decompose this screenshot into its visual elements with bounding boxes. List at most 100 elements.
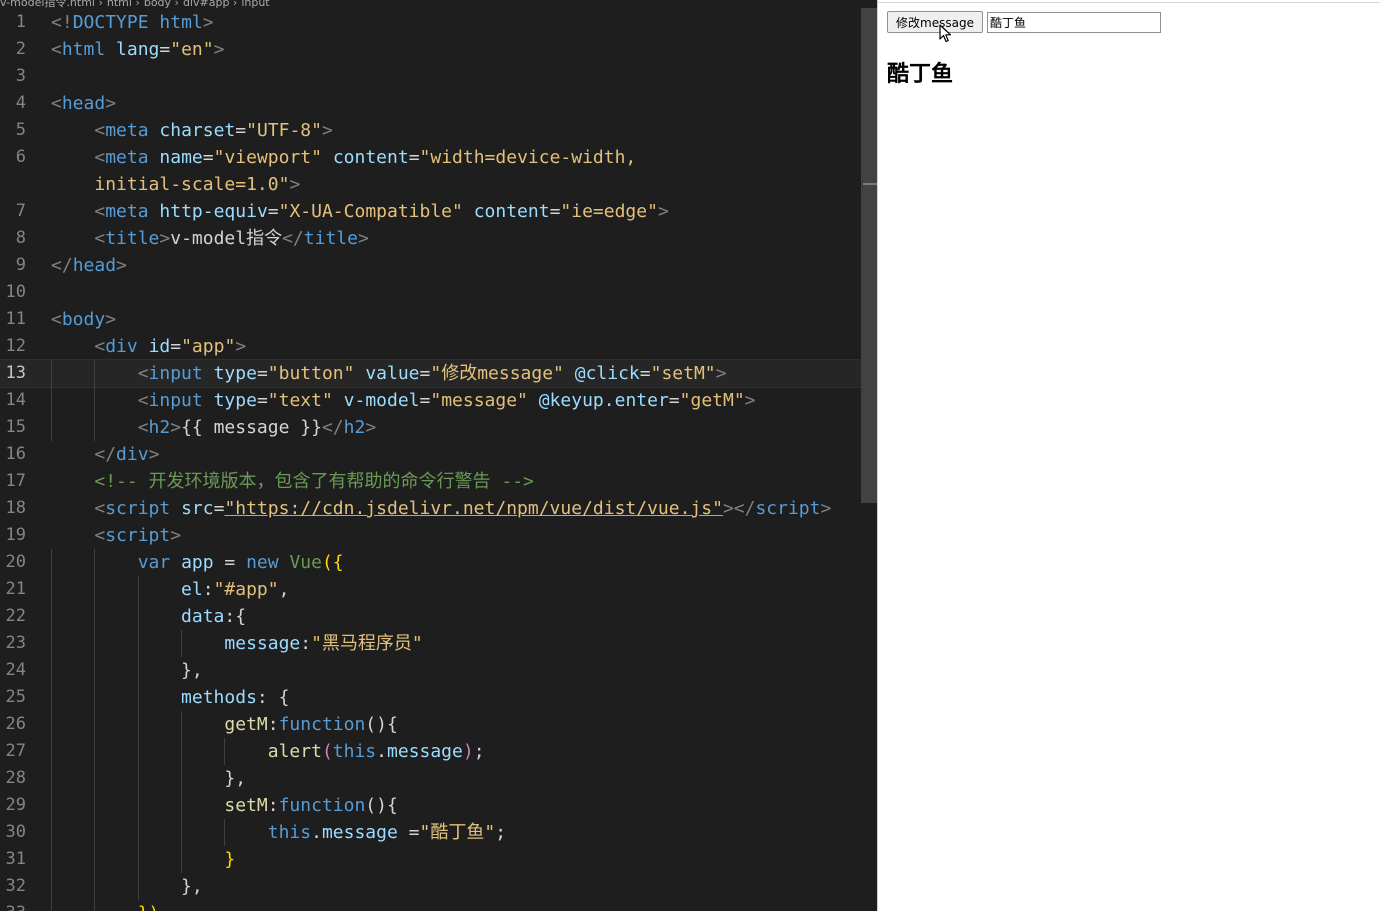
code-line[interactable]: 7 <meta http-equiv="X-UA-Compatible" con…	[0, 198, 877, 225]
line-number: 18	[5, 498, 26, 518]
breadcrumb-item[interactable]: html ›	[107, 0, 140, 9]
code-token: ({	[321, 552, 344, 573]
code-line[interactable]: 14 <input type="text" v-model="message" …	[0, 387, 877, 414]
line-number: 30	[5, 822, 26, 842]
code-token: <	[51, 309, 62, 330]
code-token: =	[419, 363, 431, 384]
code-line[interactable]: initial-scale=1.0">	[0, 171, 877, 198]
code-token: h2	[148, 417, 171, 438]
code-line[interactable]: 9 </head>	[0, 252, 877, 279]
code-line[interactable]: 5 <meta charset="UTF-8">	[0, 117, 877, 144]
code-token: head	[72, 255, 117, 276]
code-line[interactable]: 17 <!-- 开发环境版本，包含了有帮助的命令行警告 -->	[0, 468, 877, 495]
line-number: 15	[5, 417, 26, 437]
breadcrumb-item[interactable]: body ›	[144, 0, 179, 9]
code-line[interactable]: 28 },	[0, 765, 877, 792]
code-token: >	[365, 417, 377, 438]
breadcrumb-item[interactable]: input	[241, 0, 269, 9]
code-text: },	[51, 765, 246, 792]
message-input[interactable]	[987, 12, 1161, 33]
code-text: <body>	[51, 306, 116, 333]
code-token: <!	[51, 12, 73, 33]
line-number: 12	[5, 336, 26, 356]
code-line[interactable]: 15 <h2>{{ message }}</h2>	[0, 414, 877, 441]
code-token: >	[744, 390, 756, 411]
code-token: </	[321, 417, 344, 438]
code-line[interactable]: 22 data:{	[0, 603, 877, 630]
code-line[interactable]: 8 <title>v-model指令</title>	[0, 225, 877, 252]
code-line[interactable]: 33 })	[0, 900, 877, 911]
code-text: }	[51, 846, 235, 873]
code-line[interactable]: 18 <script src="https://cdn.jsdelivr.net…	[0, 495, 877, 522]
code-line[interactable]: 29 setM:function(){	[0, 792, 877, 819]
code-area[interactable]: 1 <!DOCTYPE html> 2 <html lang="en"> 3 4 <head…	[0, 9, 877, 911]
code-line[interactable]: 19 <script>	[0, 522, 877, 549]
breadcrumb-item[interactable]: div#app ›	[183, 0, 237, 9]
code-token: >	[657, 201, 669, 222]
code-line[interactable]: 10	[0, 279, 877, 306]
line-number: 17	[5, 471, 26, 491]
code-text: message:"黑马程序员"	[51, 630, 422, 657]
code-text: <head>	[51, 90, 116, 117]
code-token: =	[668, 390, 680, 411]
code-line[interactable]: 20 var app = new Vue({	[0, 549, 877, 576]
code-token: {{ message }}	[181, 417, 322, 438]
code-line[interactable]: 21 el:"#app",	[0, 576, 877, 603]
code-token: meta	[105, 201, 149, 222]
code-token: (	[321, 741, 333, 762]
code-line[interactable]: 26 getM:function(){	[0, 711, 877, 738]
code-line[interactable]: 16 </div>	[0, 441, 877, 468]
code-token: h2	[343, 417, 366, 438]
code-line[interactable]: 25 methods: {	[0, 684, 877, 711]
code-line[interactable]: 4 <head>	[0, 90, 877, 117]
code-line[interactable]: 11 <body>	[0, 306, 877, 333]
code-line[interactable]: 3	[0, 63, 877, 90]
breadcrumb-item[interactable]: v-model指令.html ›	[0, 0, 103, 9]
code-line[interactable]: 13 <input type="button" value="修改message…	[0, 359, 877, 388]
code-token: "https://cdn.jsdelivr.net/npm/vue/dist/v…	[224, 498, 723, 519]
code-token: <	[94, 498, 106, 519]
code-text: <meta http-equiv="X-UA-Compatible" conte…	[51, 198, 669, 225]
line-number: 27	[5, 741, 26, 761]
code-token: =	[213, 498, 225, 519]
code-editor[interactable]: v-model指令.html › html › body › div#app › inp…	[0, 0, 877, 911]
code-line[interactable]: 30 this.message ="酷丁鱼";	[0, 819, 877, 846]
line-number: 3	[15, 66, 26, 86]
code-line[interactable]: 31 }	[0, 846, 877, 873]
code-line[interactable]: 27 alert(this.message);	[0, 738, 877, 765]
line-number: 11	[5, 309, 26, 329]
code-token: <	[94, 525, 106, 546]
code-line[interactable]: 32 },	[0, 873, 877, 900]
code-text: <meta name="viewport" content="width=dev…	[51, 144, 636, 171]
code-token: div	[105, 336, 138, 357]
code-token: title	[105, 228, 160, 249]
code-line[interactable]: 23 message:"黑马程序员"	[0, 630, 877, 657]
modify-message-button[interactable]: 修改message	[887, 11, 983, 33]
code-token: >	[170, 417, 182, 438]
code-token: Vue	[289, 552, 322, 573]
breadcrumb: v-model指令.html › html › body › div#app › inp…	[0, 0, 274, 9]
code-line[interactable]: 2 <html lang="en">	[0, 36, 877, 63]
code-text: <!-- 开发环境版本，包含了有帮助的命令行警告 -->	[51, 468, 534, 495]
code-token: el	[181, 579, 203, 600]
code-token: alert	[267, 741, 322, 762]
code-line[interactable]: 6 <meta name="viewport" content="width=d…	[0, 144, 877, 171]
code-line[interactable]: 12 <div id="app">	[0, 333, 877, 360]
code-token: charset	[159, 120, 236, 141]
code-line[interactable]: 1 <!DOCTYPE html>	[0, 9, 877, 36]
code-line[interactable]: 24 },	[0, 657, 877, 684]
line-number: 7	[15, 201, 26, 221]
code-text: el:"#app",	[51, 576, 289, 603]
code-token: "button"	[267, 363, 355, 384]
editor-scrollbar[interactable]	[861, 8, 877, 503]
line-number: 25	[5, 687, 26, 707]
code-token: "酷丁鱼"	[419, 822, 496, 843]
